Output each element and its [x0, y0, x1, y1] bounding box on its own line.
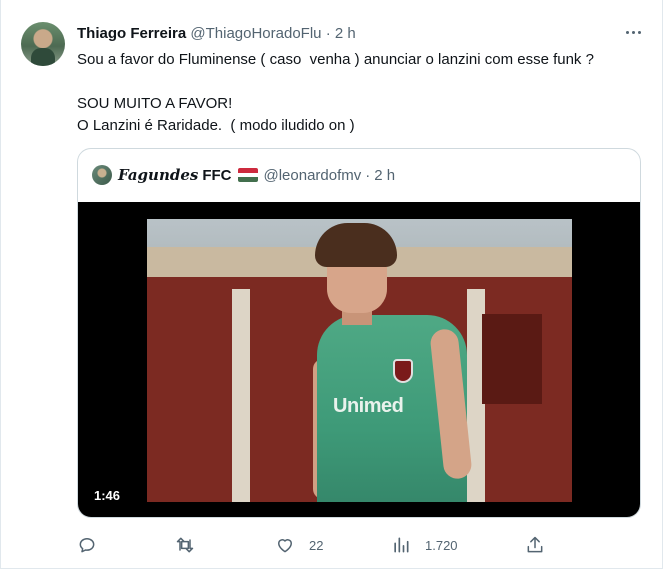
more-options-icon[interactable] — [622, 22, 644, 42]
header-separator: · — [325, 25, 331, 42]
quoted-author-avatar[interactable] — [92, 165, 112, 185]
tweet-line-blank — [77, 71, 647, 93]
hungary-flag-icon — [237, 168, 258, 182]
share-button[interactable] — [525, 530, 545, 560]
tweet-line: O Lanzini é Raridade. ( modo iludido on … — [77, 117, 355, 134]
retweet-icon — [176, 537, 194, 553]
reply-button[interactable] — [77, 530, 97, 560]
tweet-time[interactable]: 2 h — [335, 25, 356, 42]
retweet-button[interactable] — [175, 530, 195, 560]
author-avatar[interactable] — [21, 22, 65, 66]
heart-icon — [278, 539, 292, 553]
views-icon — [394, 537, 409, 553]
views-count: 1.720 — [425, 537, 458, 553]
video-duration: 1:46 — [88, 486, 127, 505]
tweet-header: Thiago Ferreira @ThiagoHoradoFlu · 2 h — [77, 25, 356, 42]
video-player[interactable]: Unimed 1:46 — [78, 202, 640, 517]
video-thumbnail[interactable]: Unimed — [147, 219, 572, 502]
tweet-line: Sou a favor do Fluminense ( caso venha )… — [77, 51, 594, 68]
tweet-line: SOU MUITO A FAVOR! — [77, 95, 233, 112]
quoted-author-suffix[interactable]: FFC — [202, 167, 231, 184]
views-button[interactable]: 1.720 — [391, 530, 458, 560]
tweet-card: Thiago Ferreira @ThiagoHoradoFlu · 2 h S… — [0, 0, 663, 569]
quoted-tweet-header: Fagundes FFC @leonardofmv · 2 h — [92, 165, 395, 185]
author-handle[interactable]: @ThiagoHoradoFlu — [190, 25, 321, 42]
quoted-author-name[interactable]: Fagundes — [118, 166, 198, 184]
quoted-tweet[interactable]: Fagundes FFC @leonardofmv · 2 h Unimed 1… — [77, 148, 641, 518]
like-count: 22 — [309, 537, 324, 553]
quoted-tweet-time[interactable]: 2 h — [374, 167, 395, 184]
like-button[interactable]: 22 — [275, 530, 323, 560]
reply-icon — [79, 538, 95, 553]
quoted-author-handle[interactable]: @leonardofmv — [264, 167, 362, 184]
shirt-sponsor-text: Unimed — [333, 395, 404, 417]
tweet-actions: 22 1.720 — [77, 530, 547, 560]
tweet-text: Sou a favor do Fluminense ( caso venha )… — [77, 49, 647, 137]
quoted-header-separator: · — [365, 166, 371, 184]
author-name[interactable]: Thiago Ferreira — [77, 25, 186, 42]
share-icon — [527, 536, 543, 553]
